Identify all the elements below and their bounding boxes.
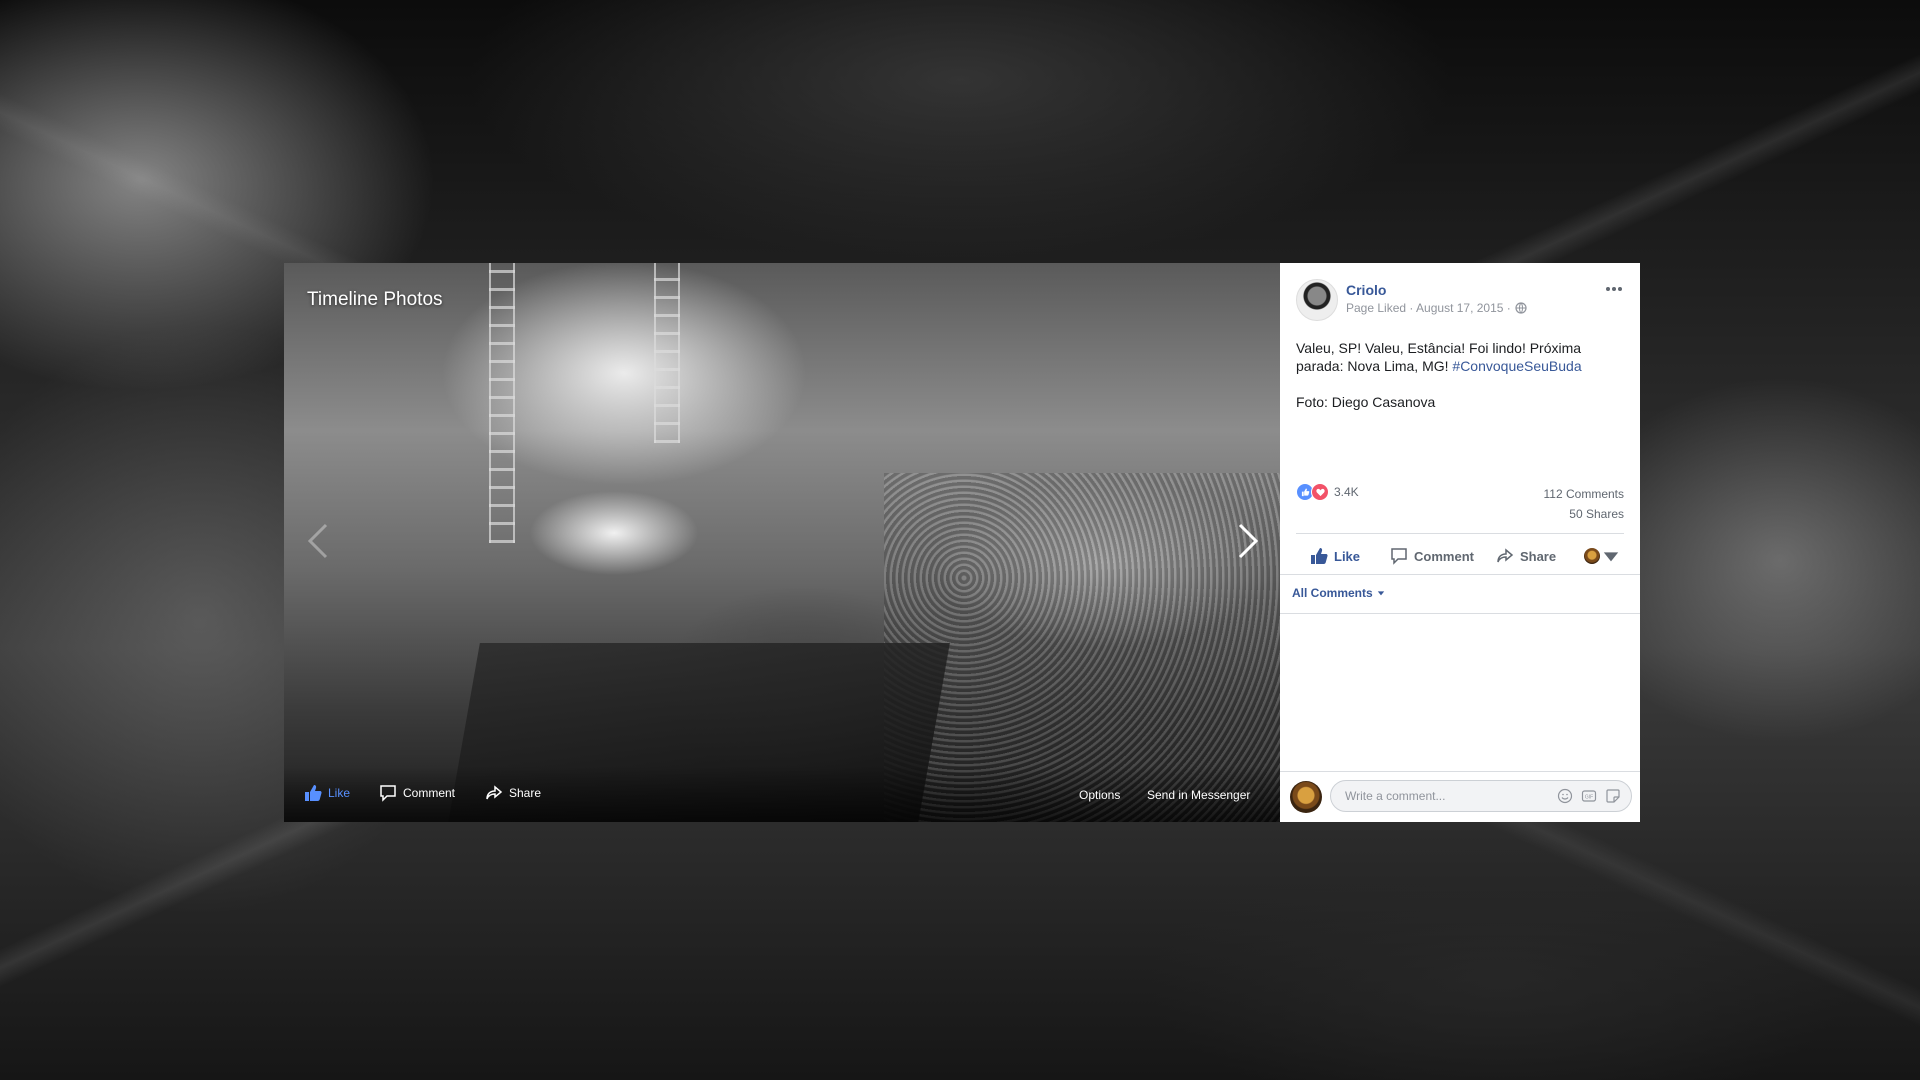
all-comments-dropdown[interactable]: All Comments (1292, 586, 1385, 600)
chevron-left-icon (307, 523, 328, 559)
commenter-avatar (1290, 781, 1322, 813)
emoji-button[interactable] (1557, 788, 1573, 804)
post-actions: Like Comment Share (1296, 540, 1624, 572)
more-options-button[interactable] (1604, 279, 1624, 299)
sticker-button[interactable] (1605, 788, 1621, 804)
divider (1280, 613, 1640, 614)
ellipsis-icon (1606, 287, 1622, 291)
shares-count-link[interactable]: 50 Shares (1544, 504, 1624, 524)
love-reaction-icon (1311, 483, 1329, 501)
concert-photo (284, 263, 1280, 822)
comment-button-label: Comment (1414, 548, 1474, 564)
svg-text:GIF: GIF (1585, 795, 1593, 801)
viewer-share-button[interactable]: Share (485, 784, 541, 802)
comment-tools: GIF (1557, 788, 1621, 804)
post-text: Valeu, SP! Valeu, Estância! Foi lindo! P… (1296, 339, 1626, 429)
comments-count-link[interactable]: 112 Comments (1544, 484, 1624, 504)
options-button[interactable]: Options (1079, 788, 1120, 802)
viewer-like-label: Like (328, 786, 351, 800)
post-side-panel: Criolo Page Liked · August 17, 2015 · Va… (1280, 263, 1640, 822)
caret-down-icon (1377, 591, 1384, 596)
reaction-count: 3.4K (1334, 485, 1359, 499)
send-in-messenger-button[interactable]: Send in Messenger (1147, 788, 1250, 802)
stage-truss (654, 263, 680, 443)
divider (1280, 574, 1640, 575)
post-body-paragraph: Valeu, SP! Valeu, Estância! Foi lindo! P… (1296, 339, 1626, 375)
choose-identity-button[interactable] (1584, 547, 1620, 565)
comment-composer: GIF (1280, 771, 1640, 822)
next-photo-button[interactable] (1236, 521, 1260, 561)
comment-icon (1391, 548, 1407, 565)
viewer-comment-label: Comment (403, 786, 456, 800)
share-button[interactable]: Share (1496, 547, 1556, 565)
viewer-action-bar: Like Comment Share Options Send in Messe… (284, 766, 1280, 822)
thumbs-up-icon (1311, 548, 1328, 564)
stage-truss (489, 263, 515, 543)
like-button-label: Like (1334, 548, 1361, 564)
page-avatar-mini (1584, 548, 1600, 564)
post-header: Criolo Page Liked · August 17, 2015 · (1296, 279, 1624, 323)
viewer-comment-button[interactable]: Comment (379, 784, 455, 802)
hashtag-link[interactable]: #ConvoqueSeuBuda (1452, 358, 1581, 374)
post-meta: Page Liked · August 17, 2015 · (1346, 301, 1527, 315)
comment-input[interactable] (1343, 788, 1527, 804)
viewer-like-button[interactable]: Like (304, 784, 350, 802)
engagement-counts: 112 Comments 50 Shares (1544, 484, 1624, 524)
globe-icon (1515, 302, 1527, 314)
comment-button[interactable]: Comment (1390, 547, 1474, 565)
comment-icon (380, 785, 396, 802)
sticker-icon (1606, 789, 1620, 803)
viewer-title: Timeline Photos (307, 289, 443, 310)
thumbs-up-icon (305, 785, 322, 801)
photo-viewer: Timeline Photos Like Comment Share Optio… (284, 263, 1280, 822)
caret-down-icon (1603, 552, 1619, 562)
comments-filter-label: All Comments (1292, 586, 1373, 600)
share-button-label: Share (1519, 548, 1557, 564)
viewer-share-label: Share (509, 786, 542, 800)
like-button[interactable]: Like (1310, 547, 1360, 565)
author-name[interactable]: Criolo (1346, 282, 1386, 298)
chevron-right-icon (1238, 523, 1259, 559)
gif-icon: GIF (1581, 790, 1597, 802)
photo-credit: Foto: Diego Casanova (1296, 394, 1436, 410)
smiley-icon (1557, 788, 1573, 804)
divider (1296, 533, 1624, 534)
reaction-icons (1296, 483, 1329, 501)
previous-photo-button[interactable] (306, 521, 330, 561)
reaction-summary[interactable]: 3.4K (1296, 483, 1359, 501)
comment-input-wrapper: GIF (1330, 780, 1632, 812)
author-avatar[interactable] (1296, 279, 1338, 321)
post-meta-text: Page Liked · August 17, 2015 · (1346, 301, 1511, 315)
share-arrow-icon (486, 785, 503, 800)
gif-button[interactable]: GIF (1581, 788, 1597, 804)
share-arrow-icon (1497, 548, 1514, 563)
